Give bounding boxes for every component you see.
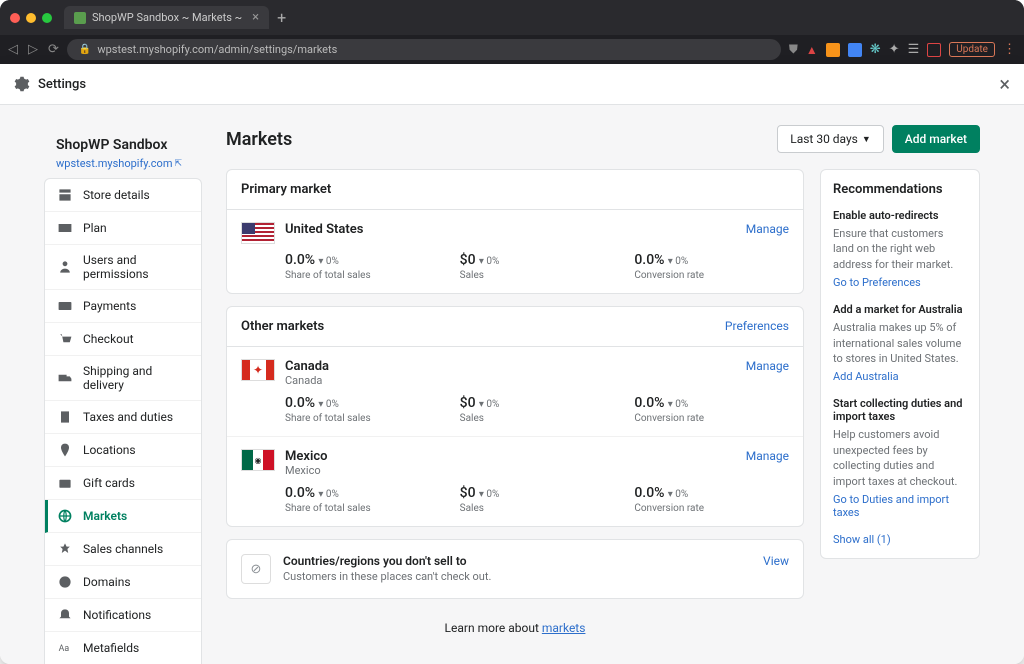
extension-icon[interactable] bbox=[826, 43, 840, 57]
topbar-title: Settings bbox=[38, 77, 86, 92]
reco-link[interactable]: Add Australia bbox=[833, 370, 967, 383]
reco-heading: Recommendations bbox=[833, 182, 967, 197]
sidebar: ShopWP Sandbox wpstest.myshopify.com ⇱ S… bbox=[44, 125, 202, 649]
primary-market-card: Primary market United States Manage bbox=[226, 169, 804, 294]
show-all-link[interactable]: Show all (1) bbox=[833, 533, 967, 546]
new-tab-button[interactable]: + bbox=[277, 8, 286, 27]
view-link[interactable]: View bbox=[763, 554, 789, 568]
blocked-icon: ⊘ bbox=[241, 554, 271, 584]
market-name: Canada bbox=[285, 359, 329, 374]
extension-icon[interactable] bbox=[927, 43, 941, 57]
no-sell-card: ⊘ Countries/regions you don't sell to Cu… bbox=[226, 539, 804, 599]
sidebar-item-shipping[interactable]: Shipping and delivery bbox=[45, 356, 201, 401]
add-market-button[interactable]: Add market bbox=[892, 125, 980, 153]
sidebar-item-checkout[interactable]: Checkout bbox=[45, 323, 201, 356]
sidebar-item-markets[interactable]: Markets bbox=[45, 500, 201, 533]
manage-link[interactable]: Manage bbox=[746, 359, 789, 373]
flag-ca-icon: ✦ bbox=[241, 359, 275, 381]
flag-mx-icon: ◉ bbox=[241, 449, 275, 471]
window-maximize[interactable] bbox=[42, 13, 52, 23]
page-title: Markets bbox=[226, 129, 292, 150]
primary-heading: Primary market bbox=[241, 182, 331, 197]
sidebar-item-notifications[interactable]: Notifications bbox=[45, 599, 201, 632]
store-url-link[interactable]: wpstest.myshopify.com ⇱ bbox=[56, 157, 190, 170]
back-button[interactable]: ◁ bbox=[8, 42, 18, 57]
browser-chrome: ShopWP Sandbox ~ Markets ~ × + ◁ ▷ ⟳ 🔒 w… bbox=[0, 0, 1024, 64]
markets-help-link[interactable]: markets bbox=[542, 621, 586, 635]
other-markets-card: Other markets Preferences ✦ Canada Canad… bbox=[226, 306, 804, 527]
sidebar-item-plan[interactable]: Plan bbox=[45, 212, 201, 245]
tab-close-icon[interactable]: × bbox=[252, 10, 259, 25]
date-filter-dropdown[interactable]: Last 30 days ▼ bbox=[777, 125, 884, 153]
favicon bbox=[74, 12, 86, 24]
extensions-menu-icon[interactable]: ✦ bbox=[889, 42, 900, 57]
warning-icon[interactable]: ▲ bbox=[806, 43, 818, 57]
other-heading: Other markets bbox=[241, 319, 324, 334]
forward-button[interactable]: ▷ bbox=[28, 42, 38, 57]
external-link-icon: ⇱ bbox=[174, 159, 182, 169]
chevron-down-icon: ▼ bbox=[862, 134, 871, 145]
close-button[interactable]: × bbox=[999, 72, 1010, 96]
preferences-link[interactable]: Preferences bbox=[725, 319, 789, 334]
sidebar-item-domains[interactable]: Domains bbox=[45, 566, 201, 599]
sidebar-item-metafields[interactable]: AaMetafields bbox=[45, 632, 201, 664]
no-sell-title: Countries/regions you don't sell to bbox=[283, 554, 491, 568]
main-content: Markets Last 30 days ▼ Add market Primar… bbox=[226, 125, 980, 649]
market-name: United States bbox=[285, 222, 363, 237]
sidebar-item-payments[interactable]: Payments bbox=[45, 290, 201, 323]
app-frame: Settings × ShopWP Sandbox wpstest.myshop… bbox=[0, 64, 1024, 664]
update-button[interactable]: Update bbox=[949, 42, 995, 57]
reload-button[interactable]: ⟳ bbox=[48, 42, 59, 57]
menu-icon[interactable]: ⋮ bbox=[1003, 42, 1016, 57]
reco-link[interactable]: Go to Duties and import taxes bbox=[833, 493, 967, 519]
url-text: wpstest.myshopify.com/admin/settings/mar… bbox=[97, 43, 337, 56]
sidebar-item-sales-channels[interactable]: Sales channels bbox=[45, 533, 201, 566]
store-name: ShopWP Sandbox bbox=[56, 137, 190, 153]
market-name: Mexico bbox=[285, 449, 327, 464]
manage-link[interactable]: Manage bbox=[746, 222, 789, 236]
window-close[interactable] bbox=[10, 13, 20, 23]
reading-list-icon[interactable]: ☰ bbox=[908, 42, 920, 57]
learn-more: Learn more about markets bbox=[226, 621, 804, 635]
sidebar-item-gift-cards[interactable]: Gift cards bbox=[45, 467, 201, 500]
reco-link[interactable]: Go to Preferences bbox=[833, 276, 967, 289]
gear-icon bbox=[14, 76, 30, 92]
lock-icon: 🔒 bbox=[79, 44, 91, 55]
shield-icon[interactable]: ⛊ bbox=[789, 42, 798, 57]
url-input[interactable]: 🔒 wpstest.myshopify.com/admin/settings/m… bbox=[67, 39, 781, 60]
svg-text:Aa: Aa bbox=[59, 644, 70, 654]
sidebar-item-users[interactable]: Users and permissions bbox=[45, 245, 201, 290]
extension-icon[interactable]: ❋ bbox=[870, 42, 881, 57]
recommendations-panel: Recommendations Enable auto-redirects En… bbox=[820, 169, 980, 559]
window-minimize[interactable] bbox=[26, 13, 36, 23]
sidebar-item-taxes[interactable]: Taxes and duties bbox=[45, 401, 201, 434]
browser-tab[interactable]: ShopWP Sandbox ~ Markets ~ × bbox=[64, 6, 269, 29]
extension-icon[interactable] bbox=[848, 43, 862, 57]
tab-title: ShopWP Sandbox ~ Markets ~ bbox=[92, 11, 242, 24]
sidebar-item-locations[interactable]: Locations bbox=[45, 434, 201, 467]
manage-link[interactable]: Manage bbox=[746, 449, 789, 463]
sidebar-item-store-details[interactable]: Store details bbox=[45, 179, 201, 212]
flag-us-icon bbox=[241, 222, 275, 244]
